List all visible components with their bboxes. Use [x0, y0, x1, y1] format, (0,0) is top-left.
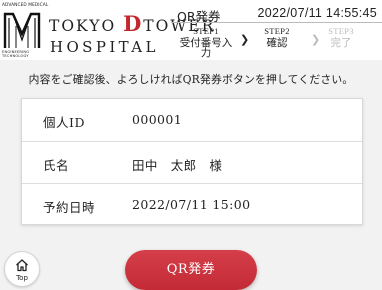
home-icon: [16, 259, 28, 272]
hospital-logo-mark: ADVANCED MEDICAL ENGINEERING TECHNOLOGY: [2, 3, 48, 59]
appointment-value: 2022/07/11 15:00: [132, 197, 251, 212]
step-1: STEP1 受付番号入力: [175, 24, 237, 59]
step-3-label: 完了: [330, 36, 352, 49]
info-row-name: 氏名 田中 太郎 様: [22, 141, 362, 183]
step-1-number: STEP1: [193, 26, 219, 36]
appointment-label: 予約日時: [43, 200, 96, 215]
current-datetime: 2022/07/11 14:55:45: [257, 6, 377, 20]
personal-id-value: 000001: [132, 112, 183, 127]
personal-id-label: 個人ID: [43, 115, 85, 130]
instruction-text: 内容をご確認後、よろしければQR発券ボタンを押してください。: [28, 73, 354, 86]
step-1-label: 受付番号入力: [179, 36, 233, 59]
step-3-number: STEP3: [328, 26, 354, 36]
step-2: STEP2 確認: [257, 24, 297, 48]
step-2-number: STEP2: [264, 26, 290, 36]
info-row-appointment: 予約日時 2022/07/11 15:00: [22, 183, 362, 225]
step-arrow-icon: ❯: [240, 33, 250, 46]
qr-issue-button[interactable]: QR発券: [125, 250, 257, 290]
confirmation-card: 個人ID 000001 氏名 田中 太郎 様 予約日時 2022/07/11 1…: [21, 98, 363, 225]
logo-top-text: ADVANCED MEDICAL: [2, 3, 49, 8]
info-row-personal-id: 個人ID 000001: [22, 99, 362, 140]
name-value: 田中 太郎 様: [132, 158, 223, 173]
header-divider: [171, 22, 382, 23]
step-arrow-icon: ❯: [311, 33, 321, 46]
step-indicator: STEP1 受付番号入力 ❯ STEP2 確認 ❯ STEP3 完了: [171, 24, 382, 58]
logo-bottom-text: ENGINEERING TECHNOLOGY: [2, 50, 30, 59]
header: ADVANCED MEDICAL ENGINEERING TECHNOLOGY …: [0, 0, 382, 60]
top-button-label: Top: [16, 274, 28, 282]
step-2-label: 確認: [266, 36, 288, 49]
top-button[interactable]: Top: [4, 251, 40, 287]
hospital-name-letter: D: [123, 11, 144, 36]
hospital-name-prefix: TOKYO: [49, 17, 124, 35]
step-3: STEP3 完了: [321, 24, 361, 48]
name-label: 氏名: [43, 158, 70, 173]
logo-m-icon: [3, 12, 41, 48]
